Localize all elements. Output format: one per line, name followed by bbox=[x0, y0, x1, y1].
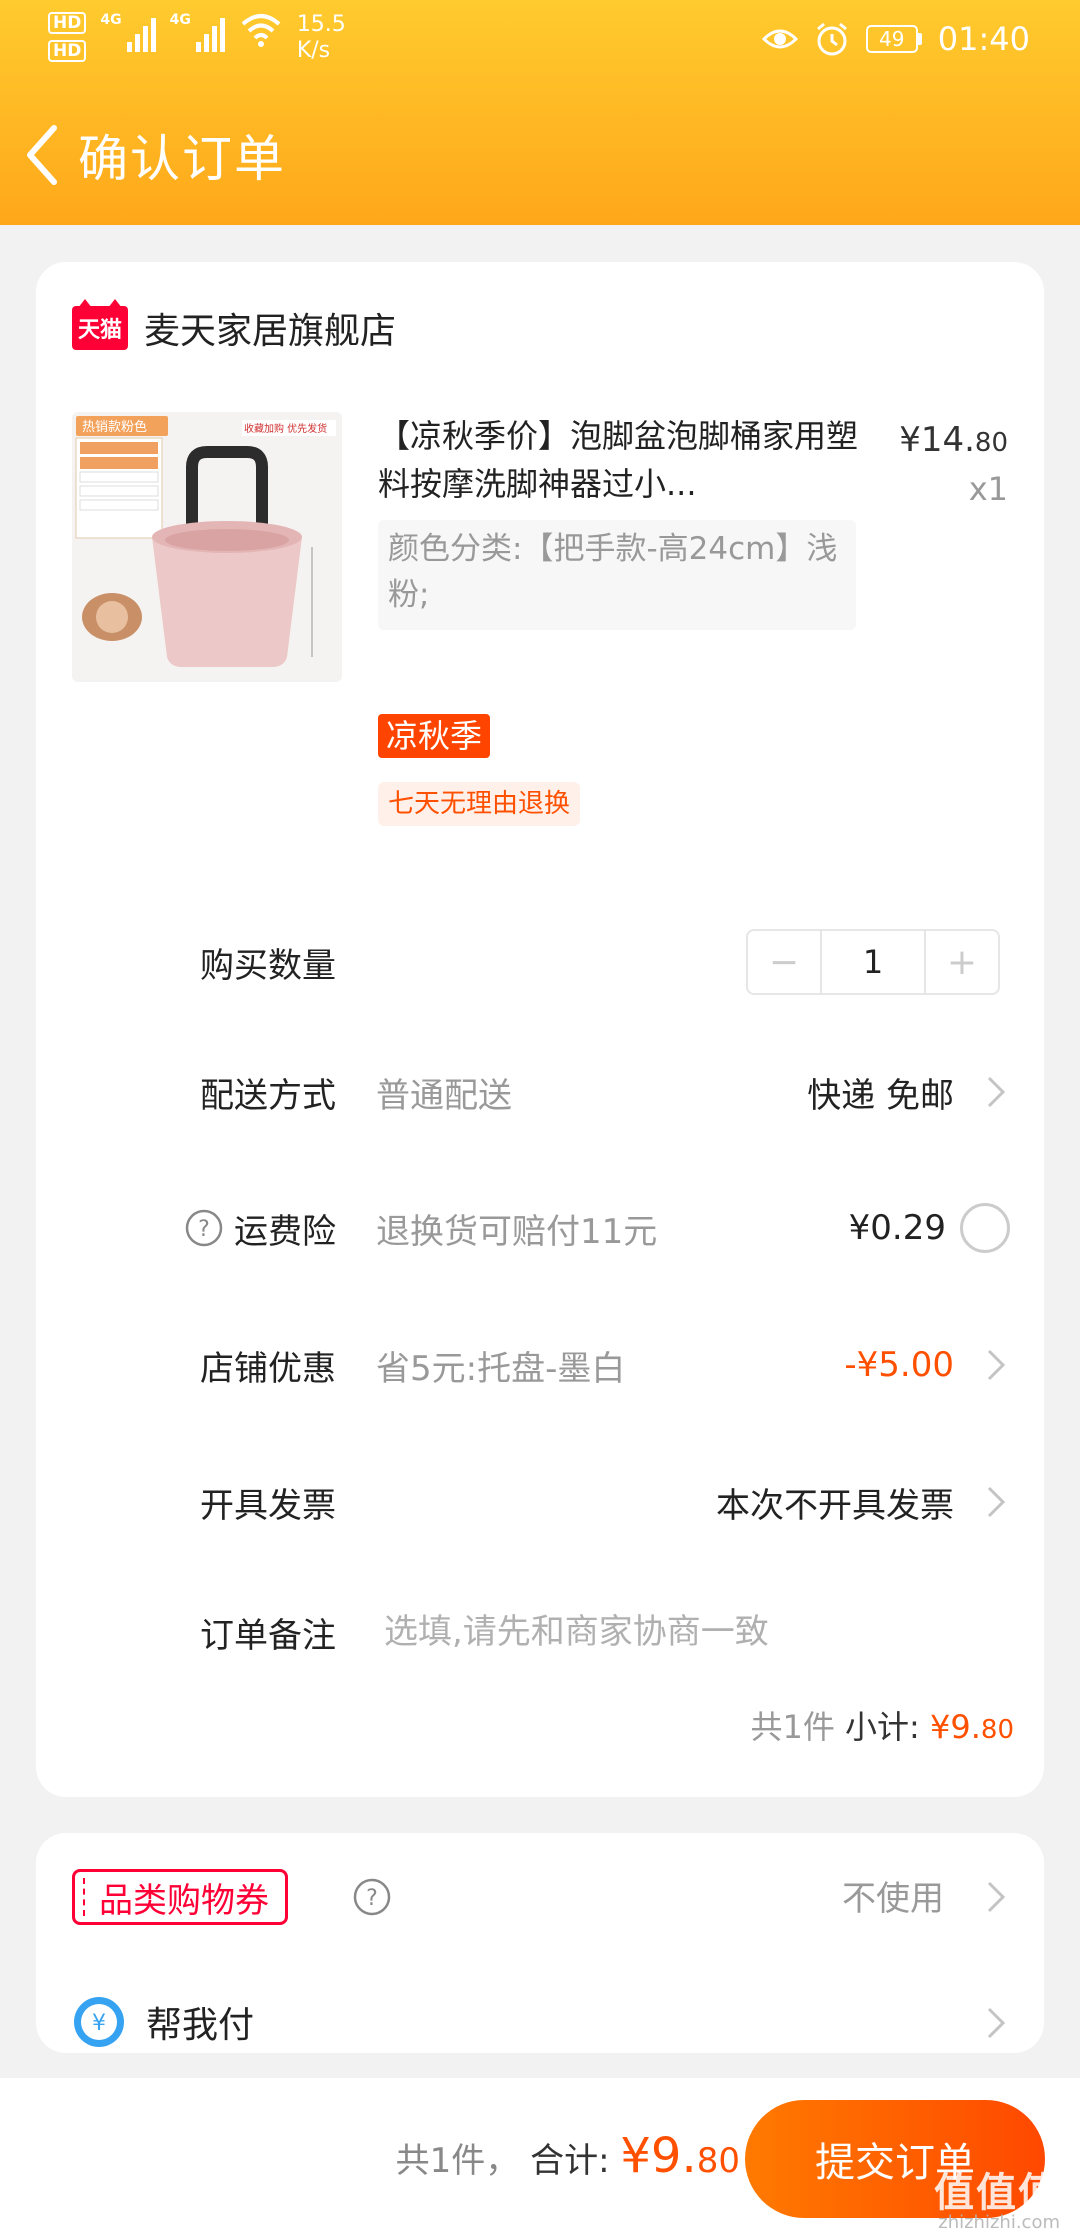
order-note-row: 订单备注 bbox=[36, 1592, 1044, 1672]
delivery-value: 快递 免邮 bbox=[807, 1075, 954, 1116]
quantity-label: 购买数量 bbox=[200, 945, 336, 986]
status-bar: HD HD 4G 4G 15.5 K/s 49 01:40 bbox=[0, 0, 1080, 80]
subtotal-count: 共1件 bbox=[750, 1708, 835, 1746]
pay-for-me-row[interactable]: ¥ 帮我付 bbox=[72, 1995, 254, 2049]
speed-unit: K/s bbox=[296, 38, 331, 63]
checkout-total-main: ¥9. bbox=[620, 2128, 697, 2184]
return-policy-tag: 七天无理由退换 bbox=[378, 782, 581, 826]
coupon-help-icon[interactable]: ? bbox=[352, 1877, 392, 1917]
product-price: ¥14.80 bbox=[899, 420, 1008, 460]
clock: 01:40 bbox=[937, 20, 1030, 58]
quantity-minus-button[interactable]: − bbox=[748, 931, 820, 993]
insurance-label-group: ? 运费险 bbox=[184, 1204, 336, 1253]
signal-2-icon: 4G bbox=[170, 12, 225, 52]
shop-discount-value: -¥5.00 bbox=[844, 1345, 954, 1385]
status-bar-left: HD HD 4G 4G 15.5 K/s bbox=[48, 12, 346, 64]
help-icon[interactable]: ? bbox=[184, 1208, 224, 1248]
checkout-bar: 共1件， 合计: ¥9.80 提交订单 bbox=[0, 2078, 1080, 2240]
product-image[interactable]: 热销款粉色 收藏加购 优先发货 bbox=[72, 412, 342, 682]
checkout-total-cents: 80 bbox=[696, 2141, 740, 2181]
checkout-count: 共1件， bbox=[395, 2141, 520, 2181]
chevron-right-icon bbox=[987, 1486, 1006, 1518]
checkout-total-amount: ¥9.80 bbox=[620, 2128, 740, 2184]
chevron-right-icon bbox=[987, 2007, 1006, 2039]
product-price-main: ¥14. bbox=[899, 420, 975, 460]
quantity-row: 购买数量 − 1 + bbox=[36, 922, 1044, 1002]
image-top-tag: 热销款粉色 bbox=[82, 419, 147, 435]
wifi-icon bbox=[241, 14, 281, 47]
delivery-desc: 普通配送 bbox=[376, 1075, 512, 1116]
svg-text:?: ? bbox=[198, 1217, 210, 1242]
network-type-2: 4G bbox=[169, 12, 191, 28]
checkout-total: 共1件， 合计: ¥9.80 bbox=[396, 2128, 740, 2184]
battery-icon: 49 bbox=[865, 25, 922, 53]
chevron-right-icon bbox=[987, 1881, 1006, 1913]
network-type-1: 4G bbox=[100, 12, 122, 28]
header: HD HD 4G 4G 15.5 K/s 49 01:40 确认订单 bbox=[0, 0, 1080, 225]
status-bar-right: 49 01:40 bbox=[761, 20, 1030, 58]
page-title: 确认订单 bbox=[78, 130, 286, 188]
invoice-label: 开具发票 bbox=[200, 1485, 336, 1526]
insurance-price: ¥0.29 bbox=[848, 1208, 946, 1248]
image-side-tag: 收藏加购 优先发货 bbox=[244, 422, 327, 435]
svg-text:?: ? bbox=[366, 1886, 378, 1911]
shop-name[interactable]: 麦天家居旗舰店 bbox=[144, 302, 396, 354]
subtotal-amount: ¥9.80 bbox=[930, 1708, 1014, 1746]
shipping-insurance-row: ? 运费险 退换货可赔付11元 ¥0.29 bbox=[36, 1188, 1044, 1268]
signal-1-icon: 4G bbox=[100, 12, 156, 52]
yen-coin-icon: ¥ bbox=[74, 1997, 124, 2047]
quantity-plus-button[interactable]: + bbox=[926, 931, 998, 993]
quantity-stepper: − 1 + bbox=[746, 929, 1000, 995]
svg-text:¥: ¥ bbox=[92, 2011, 106, 2036]
delivery-row[interactable]: 配送方式 普通配送 快递 免邮 bbox=[36, 1052, 1044, 1132]
coupon-value[interactable]: 不使用 bbox=[842, 1871, 944, 1920]
order-note-label: 订单备注 bbox=[200, 1615, 336, 1656]
insurance-radio[interactable] bbox=[960, 1203, 1010, 1253]
order-card: 天猫 麦天家居旗舰店 热销款粉色 收藏加购 优先发货 【凉秋季价】泡脚盆泡脚桶家… bbox=[36, 262, 1044, 1797]
shop-discount-row[interactable]: 店铺优惠 省5元:托盘-墨白 -¥5.00 bbox=[36, 1325, 1044, 1405]
product-sku[interactable]: 颜色分类:【把手款-高24cm】浅粉; bbox=[378, 520, 856, 630]
delivery-label: 配送方式 bbox=[200, 1075, 336, 1116]
alarm-icon bbox=[816, 22, 847, 56]
extras-card: 品类购物券 ? 不使用 ¥ 帮我付 bbox=[36, 1833, 1044, 2053]
product-price-cents: 80 bbox=[974, 428, 1008, 458]
hd-badge-1: HD bbox=[48, 12, 87, 34]
pay-for-me-label: 帮我付 bbox=[146, 2005, 255, 2046]
back-arrow-icon[interactable] bbox=[18, 120, 68, 190]
invoice-value: 本次不开具发票 bbox=[716, 1485, 954, 1526]
insurance-desc: 退换货可赔付11元 bbox=[376, 1211, 658, 1252]
product-title[interactable]: 【凉秋季价】泡脚盆泡脚桶家用塑料按摩洗脚神器过小... bbox=[378, 412, 868, 508]
category-coupon-badge[interactable]: 品类购物券 bbox=[72, 1869, 288, 1925]
hd-indicators: HD HD bbox=[48, 12, 87, 62]
subtotal-amount-main: ¥9. bbox=[930, 1708, 981, 1746]
subtotal-label: 小计: bbox=[845, 1708, 920, 1746]
chevron-right-icon bbox=[987, 1349, 1006, 1381]
eye-comfort-icon bbox=[761, 29, 798, 49]
network-speed: 15.5 K/s bbox=[297, 12, 346, 64]
nav-bar: 确认订单 bbox=[0, 110, 286, 200]
shop-header[interactable]: 天猫 麦天家居旗舰店 bbox=[72, 299, 396, 354]
subtotal: 共1件 小计: ¥9.80 bbox=[751, 1702, 1015, 1748]
insurance-label: 运费险 bbox=[234, 1211, 336, 1252]
watermark-url: zhizhizhi.com bbox=[938, 2212, 1060, 2233]
hd-badge-2: HD bbox=[48, 40, 87, 62]
promo-tag: 凉秋季 bbox=[378, 714, 491, 758]
chevron-right-icon bbox=[987, 1076, 1006, 1108]
battery-level: 49 bbox=[865, 25, 918, 53]
order-note-input[interactable] bbox=[384, 1612, 984, 1652]
subtotal-amount-cents: 80 bbox=[980, 1715, 1014, 1745]
foot-bath-bucket-image: 热销款粉色 收藏加购 优先发货 bbox=[72, 412, 342, 682]
product-quantity: x1 bbox=[968, 470, 1008, 508]
shop-discount-desc: 省5元:托盘-墨白 bbox=[376, 1348, 626, 1389]
checkout-total-label: 合计: bbox=[530, 2141, 610, 2181]
shop-discount-label: 店铺优惠 bbox=[200, 1348, 336, 1389]
watermark-logo: 值值值 bbox=[934, 2170, 1060, 2216]
speed-value: 15.5 bbox=[296, 12, 346, 37]
tmall-logo-icon: 天猫 bbox=[72, 299, 128, 350]
quantity-value[interactable]: 1 bbox=[820, 931, 926, 993]
invoice-row[interactable]: 开具发票 本次不开具发票 bbox=[36, 1462, 1044, 1542]
